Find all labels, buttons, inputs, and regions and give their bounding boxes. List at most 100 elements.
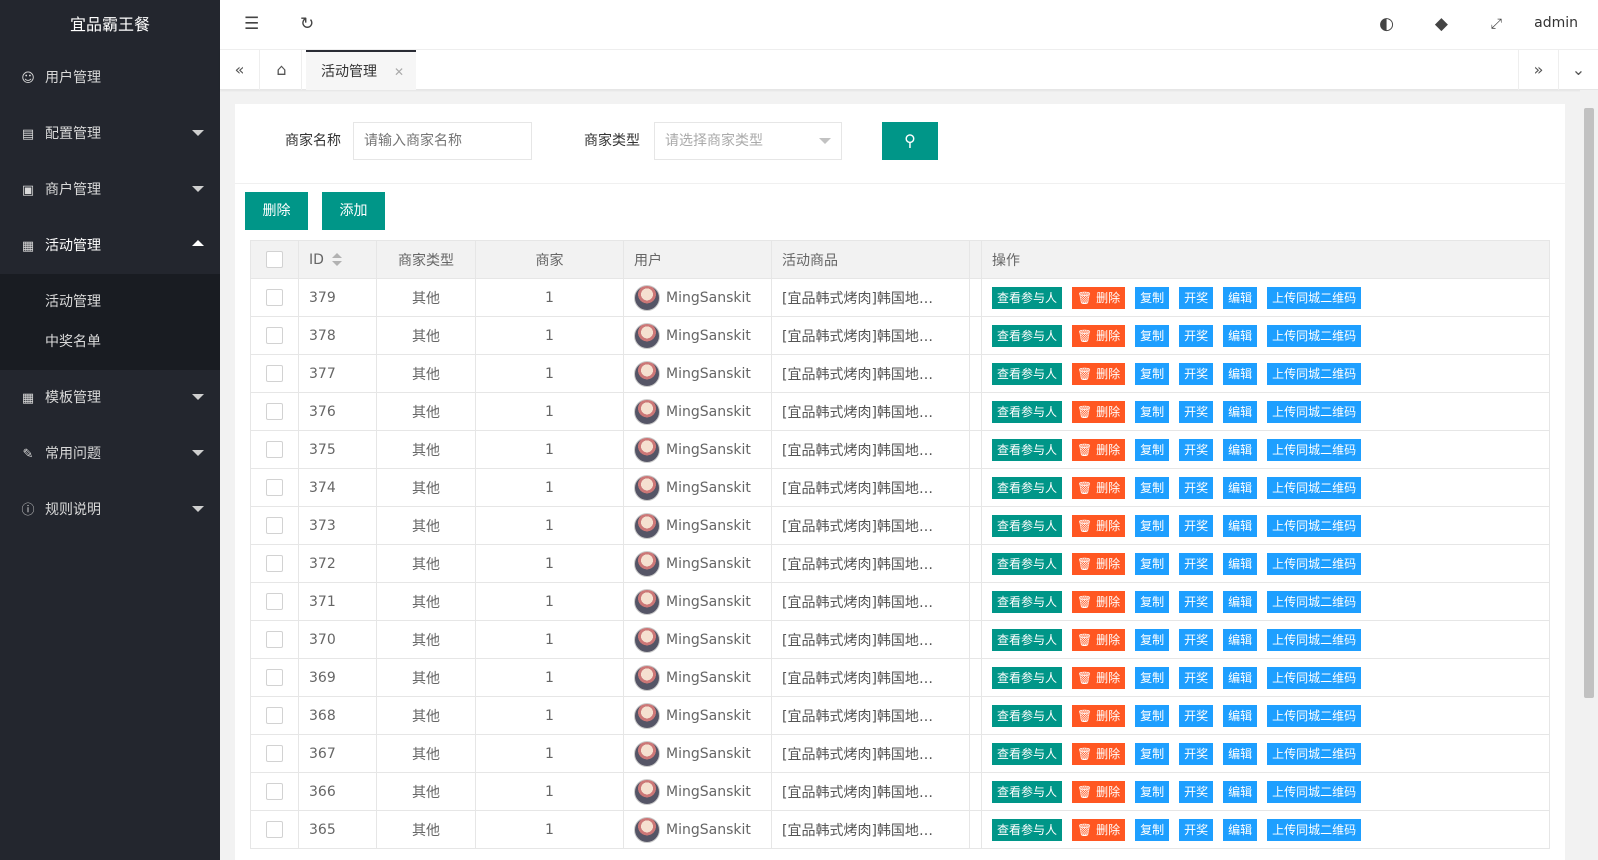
sidebar-item-activities[interactable]: ▦ 活动管理 <box>0 218 220 274</box>
delete-row-button[interactable]: 🗑 删除 <box>1072 666 1126 689</box>
edit-button[interactable]: 编辑 <box>1223 286 1258 309</box>
row-checkbox[interactable] <box>266 593 283 610</box>
draw-button[interactable]: 开奖 <box>1179 400 1214 423</box>
row-checkbox[interactable] <box>266 707 283 724</box>
row-checkbox[interactable] <box>266 821 283 838</box>
view-participants-button[interactable]: 查看参与人 <box>992 324 1063 347</box>
delete-row-button[interactable]: 🗑 删除 <box>1072 400 1126 423</box>
row-checkbox[interactable] <box>266 517 283 534</box>
row-checkbox[interactable] <box>266 783 283 800</box>
row-checkbox[interactable] <box>266 403 283 420</box>
copy-button[interactable]: 复制 <box>1135 514 1170 537</box>
row-checkbox[interactable] <box>266 631 283 648</box>
edit-button[interactable]: 编辑 <box>1223 742 1258 765</box>
sidebar-subitem-activity-management[interactable]: 活动管理 <box>0 282 220 322</box>
upload-qrcode-button[interactable]: 上传同城二维码 <box>1267 742 1362 765</box>
edit-button[interactable]: 编辑 <box>1223 362 1258 385</box>
view-participants-button[interactable]: 查看参与人 <box>992 818 1063 841</box>
delete-row-button[interactable]: 🗑 删除 <box>1072 818 1126 841</box>
row-checkbox[interactable] <box>266 555 283 572</box>
copy-button[interactable]: 复制 <box>1135 438 1170 461</box>
tab-activity-management[interactable]: 活动管理 ✕ <box>306 50 416 90</box>
sidebar-item-rules[interactable]: ⓘ 规则说明 <box>0 482 220 538</box>
collapse-menu-icon[interactable]: ☰ <box>244 14 259 34</box>
merchant-type-select[interactable]: 请选择商家类型 <box>654 122 842 160</box>
edit-button[interactable]: 编辑 <box>1223 476 1258 499</box>
upload-qrcode-button[interactable]: 上传同城二维码 <box>1267 666 1362 689</box>
user-menu[interactable]: admin <box>1534 15 1578 31</box>
draw-button[interactable]: 开奖 <box>1179 704 1214 727</box>
tabs-scroll-right-icon[interactable]: » <box>1518 50 1558 90</box>
upload-qrcode-button[interactable]: 上传同城二维码 <box>1267 818 1362 841</box>
edit-button[interactable]: 编辑 <box>1223 514 1258 537</box>
edit-button[interactable]: 编辑 <box>1223 400 1258 423</box>
palette-icon[interactable]: ◐ <box>1379 14 1394 34</box>
sort-icon[interactable] <box>331 252 342 267</box>
copy-button[interactable]: 复制 <box>1135 704 1170 727</box>
upload-qrcode-button[interactable]: 上传同城二维码 <box>1267 362 1362 385</box>
upload-qrcode-button[interactable]: 上传同城二维码 <box>1267 628 1362 651</box>
scrollbar-thumb[interactable] <box>1584 108 1594 698</box>
draw-button[interactable]: 开奖 <box>1179 818 1214 841</box>
batch-delete-button[interactable]: 删除 <box>245 192 308 230</box>
row-checkbox[interactable] <box>266 441 283 458</box>
upload-qrcode-button[interactable]: 上传同城二维码 <box>1267 780 1362 803</box>
draw-button[interactable]: 开奖 <box>1179 438 1214 461</box>
sidebar-item-faq[interactable]: ✎ 常用问题 <box>0 426 220 482</box>
edit-button[interactable]: 编辑 <box>1223 818 1258 841</box>
row-checkbox[interactable] <box>266 365 283 382</box>
draw-button[interactable]: 开奖 <box>1179 742 1214 765</box>
edit-button[interactable]: 编辑 <box>1223 590 1258 613</box>
row-checkbox[interactable] <box>266 745 283 762</box>
upload-qrcode-button[interactable]: 上传同城二维码 <box>1267 514 1362 537</box>
add-button[interactable]: 添加 <box>322 192 385 230</box>
upload-qrcode-button[interactable]: 上传同城二维码 <box>1267 704 1362 727</box>
draw-button[interactable]: 开奖 <box>1179 666 1214 689</box>
delete-row-button[interactable]: 🗑 删除 <box>1072 286 1126 309</box>
view-participants-button[interactable]: 查看参与人 <box>992 514 1063 537</box>
row-checkbox[interactable] <box>266 479 283 496</box>
column-header-id[interactable]: ID <box>298 240 377 279</box>
copy-button[interactable]: 复制 <box>1135 666 1170 689</box>
draw-button[interactable]: 开奖 <box>1179 476 1214 499</box>
copy-button[interactable]: 复制 <box>1135 590 1170 613</box>
view-participants-button[interactable]: 查看参与人 <box>992 552 1063 575</box>
draw-button[interactable]: 开奖 <box>1179 628 1214 651</box>
view-participants-button[interactable]: 查看参与人 <box>992 704 1063 727</box>
sidebar-item-merchants[interactable]: ▣ 商户管理 <box>0 162 220 218</box>
sidebar-subitem-winners-list[interactable]: 中奖名单 <box>0 322 220 362</box>
sidebar-item-templates[interactable]: ▦ 模板管理 <box>0 370 220 426</box>
select-all-checkbox[interactable] <box>266 251 283 268</box>
sidebar-item-config[interactable]: ▤ 配置管理 <box>0 106 220 162</box>
delete-row-button[interactable]: 🗑 删除 <box>1072 704 1126 727</box>
view-participants-button[interactable]: 查看参与人 <box>992 590 1063 613</box>
delete-row-button[interactable]: 🗑 删除 <box>1072 628 1126 651</box>
upload-qrcode-button[interactable]: 上传同城二维码 <box>1267 552 1362 575</box>
edit-button[interactable]: 编辑 <box>1223 780 1258 803</box>
draw-button[interactable]: 开奖 <box>1179 590 1214 613</box>
delete-row-button[interactable]: 🗑 删除 <box>1072 780 1126 803</box>
page-scrollbar[interactable] <box>1580 90 1598 860</box>
copy-button[interactable]: 复制 <box>1135 324 1170 347</box>
copy-button[interactable]: 复制 <box>1135 286 1170 309</box>
copy-button[interactable]: 复制 <box>1135 552 1170 575</box>
edit-button[interactable]: 编辑 <box>1223 666 1258 689</box>
upload-qrcode-button[interactable]: 上传同城二维码 <box>1267 286 1362 309</box>
view-participants-button[interactable]: 查看参与人 <box>992 286 1063 309</box>
copy-button[interactable]: 复制 <box>1135 362 1170 385</box>
merchant-name-input[interactable] <box>353 122 532 160</box>
close-icon[interactable]: ✕ <box>394 52 404 92</box>
row-checkbox[interactable] <box>266 327 283 344</box>
view-participants-button[interactable]: 查看参与人 <box>992 362 1063 385</box>
row-checkbox[interactable] <box>266 289 283 306</box>
edit-button[interactable]: 编辑 <box>1223 552 1258 575</box>
copy-button[interactable]: 复制 <box>1135 400 1170 423</box>
copy-button[interactable]: 复制 <box>1135 476 1170 499</box>
view-participants-button[interactable]: 查看参与人 <box>992 400 1063 423</box>
view-participants-button[interactable]: 查看参与人 <box>992 438 1063 461</box>
row-checkbox[interactable] <box>266 669 283 686</box>
copy-button[interactable]: 复制 <box>1135 780 1170 803</box>
delete-row-button[interactable]: 🗑 删除 <box>1072 742 1126 765</box>
upload-qrcode-button[interactable]: 上传同城二维码 <box>1267 438 1362 461</box>
draw-button[interactable]: 开奖 <box>1179 286 1214 309</box>
